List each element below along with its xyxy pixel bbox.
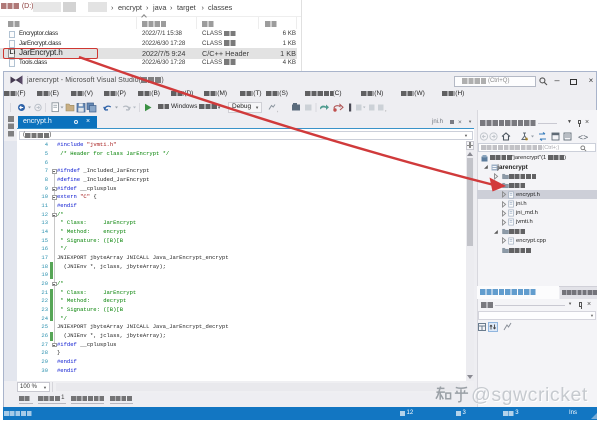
- svg-text:,: ,: [277, 108, 279, 114]
- svg-text:,: ,: [385, 107, 387, 113]
- svg-text:<>: <>: [578, 133, 588, 142]
